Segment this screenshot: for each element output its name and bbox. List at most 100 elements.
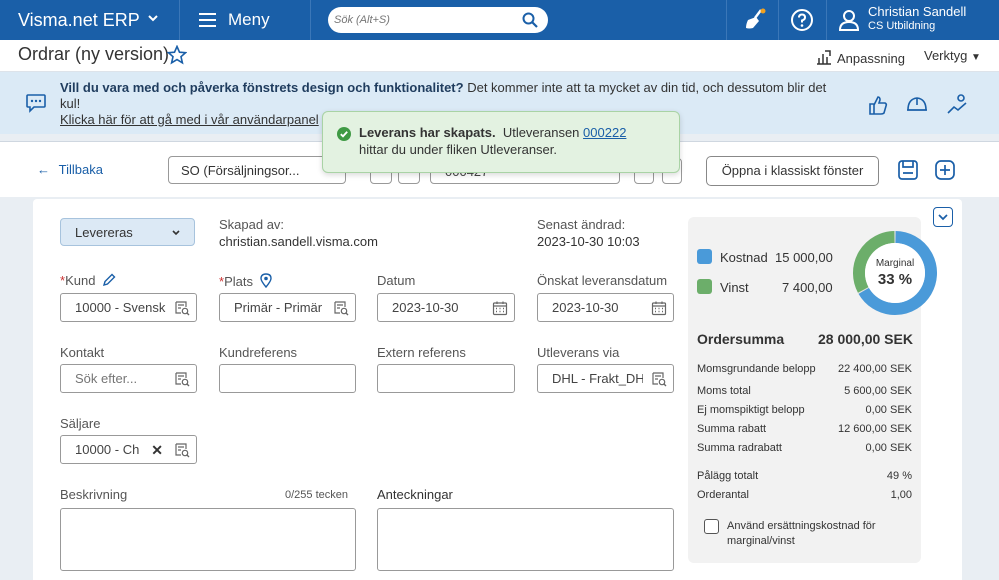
toast-title: Leverans har skapats. bbox=[359, 125, 496, 140]
page-title: Ordrar (ny version) bbox=[18, 44, 170, 64]
donut-title: Marginal bbox=[876, 258, 914, 269]
customer-ref-input[interactable] bbox=[220, 365, 355, 392]
notes-textarea[interactable] bbox=[377, 508, 674, 571]
lookup-icon[interactable] bbox=[651, 371, 667, 390]
notes-label: Anteckningar bbox=[377, 487, 453, 502]
success-notification: Leverans har skapats. Utleveransen 00022… bbox=[322, 111, 680, 173]
collapse-button[interactable] bbox=[933, 207, 953, 227]
customize-icon bbox=[816, 49, 832, 68]
last-changed-label: Senast ändrad: bbox=[537, 217, 626, 232]
summary-row: Momsgrundande belopp 22 400,00 SEK bbox=[697, 363, 912, 375]
replacement-cost-checkbox[interactable] bbox=[704, 519, 719, 534]
shipvia-field[interactable] bbox=[537, 364, 674, 393]
requested-date-field[interactable] bbox=[537, 293, 674, 322]
lookup-icon[interactable] bbox=[333, 300, 349, 319]
search-input[interactable] bbox=[334, 7, 519, 33]
caret-down-icon: ▼ bbox=[970, 52, 981, 63]
main-menu-button[interactable]: Meny bbox=[181, 0, 311, 40]
chevron-down-icon bbox=[938, 214, 948, 221]
help-icon[interactable] bbox=[790, 8, 814, 35]
divider bbox=[778, 0, 779, 40]
lookup-icon[interactable] bbox=[174, 371, 190, 390]
profit-legend-swatch bbox=[697, 279, 712, 294]
toast-text: Utleveransen bbox=[502, 125, 580, 140]
order-type-select[interactable]: SO (Försäljningsor... bbox=[168, 156, 346, 184]
check-circle-icon bbox=[337, 127, 351, 145]
created-by-label: Skapad av: bbox=[219, 217, 285, 232]
summary-row: Orderantal 1,00 bbox=[697, 489, 912, 501]
broom-icon[interactable] bbox=[743, 8, 767, 35]
divider bbox=[826, 0, 827, 40]
customer-ref-label: Kundreferens bbox=[219, 345, 298, 360]
contact-field[interactable] bbox=[60, 364, 197, 393]
star-icon[interactable] bbox=[166, 44, 188, 68]
divider bbox=[726, 0, 727, 40]
search-icon[interactable] bbox=[522, 12, 538, 31]
external-ref-field[interactable] bbox=[377, 364, 515, 393]
top-navigation-bar: Visma.net ERP Meny Christian Sandell CS … bbox=[0, 0, 999, 40]
save-icon[interactable] bbox=[897, 159, 919, 184]
clear-icon[interactable]: ✕ bbox=[151, 442, 163, 459]
user-menu[interactable]: Christian Sandell CS Utbildning bbox=[868, 4, 966, 33]
profit-label: Vinst bbox=[720, 280, 749, 295]
shipment-link[interactable]: 000222 bbox=[583, 125, 626, 140]
location-field[interactable] bbox=[219, 293, 356, 322]
tools-menu[interactable]: Verktyg ▼ bbox=[924, 48, 981, 63]
created-by-value: christian.sandell.visma.com bbox=[219, 234, 378, 249]
helmet-icon[interactable] bbox=[905, 93, 929, 120]
user-icon[interactable] bbox=[837, 8, 861, 35]
order-type-value: SO (Försäljningsor... bbox=[181, 163, 300, 178]
lookup-icon[interactable] bbox=[174, 442, 190, 461]
seller-label: Säljare bbox=[60, 416, 101, 431]
chevron-down-icon bbox=[147, 12, 159, 27]
page-header: Ordrar (ny version) Anpassning Verktyg ▼ bbox=[0, 40, 999, 72]
tools-label: Verktyg bbox=[924, 48, 968, 63]
description-label: Beskrivning bbox=[60, 487, 128, 502]
thumbs-icon[interactable] bbox=[866, 93, 890, 120]
status-dropdown[interactable]: Levereras bbox=[60, 218, 195, 246]
banner-bold: Vill du vara med och påverka fönstrets d… bbox=[60, 80, 464, 95]
pencil-icon[interactable] bbox=[102, 273, 116, 290]
summary-row: Moms total 5 600,00 SEK bbox=[697, 385, 912, 397]
order-total-label: Ordersumma bbox=[697, 331, 785, 347]
user-company: CS Utbildning bbox=[868, 20, 936, 32]
customer-ref-field[interactable] bbox=[219, 364, 356, 393]
growth-icon[interactable] bbox=[945, 93, 969, 120]
customer-label: *Kund bbox=[60, 273, 116, 290]
app-switcher[interactable]: Visma.net ERP bbox=[0, 0, 180, 40]
description-textarea[interactable] bbox=[60, 508, 356, 571]
banner-link[interactable]: Klicka här för att gå med i vår användar… bbox=[60, 112, 319, 127]
map-pin-icon bbox=[259, 273, 272, 291]
external-ref-label: Extern referens bbox=[377, 345, 466, 360]
external-ref-input[interactable] bbox=[378, 365, 514, 392]
back-button[interactable]: ← Tillbaka bbox=[37, 162, 103, 177]
chevron-down-icon bbox=[170, 226, 182, 241]
summary-row: Ej momspiktigt belopp 0,00 SEK bbox=[697, 404, 912, 416]
seller-field[interactable]: ✕ bbox=[60, 435, 197, 464]
replacement-cost-label: Använd ersättningskostnad för marginal/v… bbox=[727, 520, 876, 547]
back-label: Tillbaka bbox=[58, 162, 103, 177]
global-search[interactable] bbox=[328, 7, 548, 33]
customize-label: Anpassning bbox=[837, 51, 905, 66]
date-field[interactable] bbox=[377, 293, 515, 322]
summary-row: Summa radrabatt 0,00 SEK bbox=[697, 442, 912, 454]
calendar-icon[interactable] bbox=[651, 300, 667, 319]
customize-button[interactable]: Anpassning bbox=[816, 49, 905, 68]
cost-value: 15 000,00 bbox=[775, 250, 833, 265]
description-counter: 0/255 tecken bbox=[285, 489, 348, 501]
add-icon[interactable] bbox=[934, 159, 956, 184]
profit-value: 7 400,00 bbox=[782, 280, 833, 295]
contact-label: Kontakt bbox=[60, 345, 105, 360]
calendar-icon[interactable] bbox=[492, 300, 508, 319]
customer-field[interactable] bbox=[60, 293, 197, 322]
status-value: Levereras bbox=[75, 225, 133, 240]
order-total-value: 28 000,00 SEK bbox=[818, 331, 913, 347]
menu-label: Meny bbox=[228, 10, 270, 29]
summary-row: Summa rabatt 12 600,00 SEK bbox=[697, 423, 912, 435]
lookup-icon[interactable] bbox=[174, 300, 190, 319]
open-classic-window-button[interactable]: Öppna i klassiskt fönster bbox=[706, 156, 879, 186]
arrow-left-icon: ← bbox=[37, 162, 50, 177]
user-name: Christian Sandell bbox=[868, 4, 967, 19]
requested-date-label: Önskat leveransdatum bbox=[537, 273, 668, 288]
toast-text-after: hittar du under fliken Utleveranser. bbox=[359, 142, 557, 157]
